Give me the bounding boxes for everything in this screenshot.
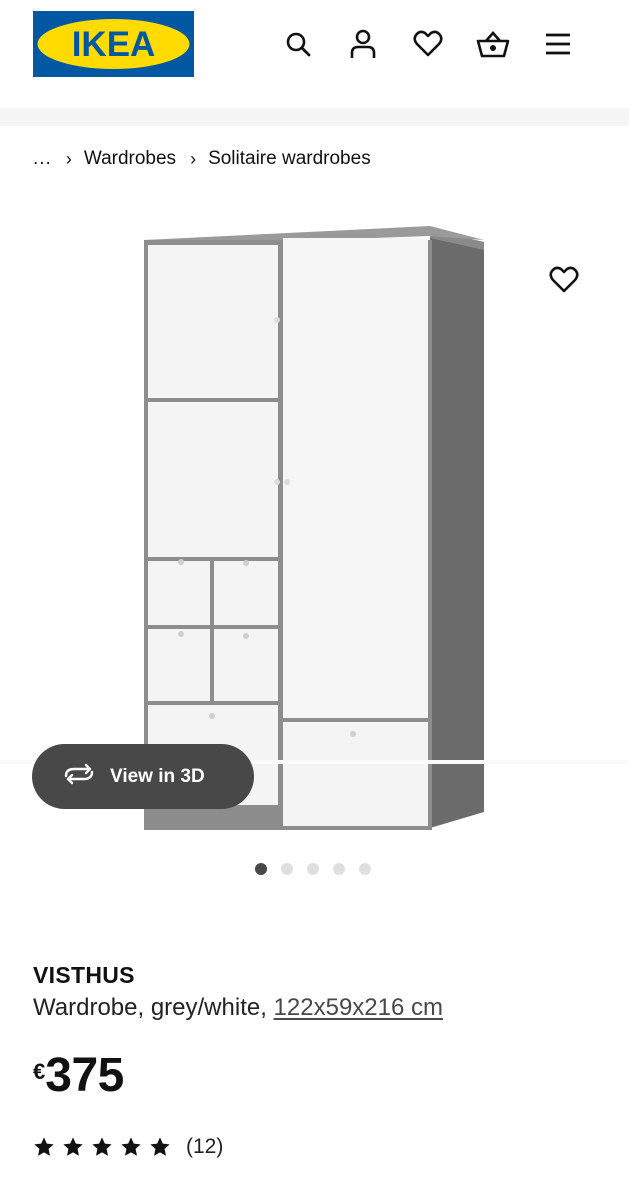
svg-text:IKEA: IKEA: [72, 25, 156, 64]
carousel-dot[interactable]: [281, 863, 293, 875]
product-rating[interactable]: (12): [33, 1134, 223, 1160]
view-in-3d-label: View in 3D: [110, 765, 205, 787]
site-header: IKEA: [0, 0, 629, 108]
star-icon: [34, 1137, 54, 1156]
header-divider: [0, 108, 629, 126]
breadcrumb-ellipsis[interactable]: ...: [33, 148, 52, 170]
carousel-dot[interactable]: [255, 863, 267, 875]
price-amount: 375: [45, 1049, 124, 1102]
product-name: VISTHUS: [33, 962, 135, 988]
basket-icon[interactable]: [475, 26, 511, 62]
star-icon: [63, 1137, 83, 1156]
menu-icon[interactable]: [540, 26, 576, 62]
carousel-dot[interactable]: [307, 863, 319, 875]
product-description: Wardrobe, grey/white, 122x59x216 cm: [33, 994, 443, 1022]
star-icon: [150, 1137, 170, 1156]
price-currency: €: [33, 1059, 46, 1084]
favourite-heart-icon[interactable]: [546, 262, 582, 298]
review-count: (12): [186, 1135, 224, 1158]
breadcrumb-chevron-icon: ›: [190, 148, 197, 169]
search-icon[interactable]: [280, 26, 316, 62]
product-dimensions-link[interactable]: 122x59x216 cm: [274, 994, 443, 1021]
view-in-3d-button[interactable]: View in 3D: [32, 744, 254, 809]
breadcrumb-item-solitaire-wardrobes[interactable]: Solitaire wardrobes: [208, 148, 371, 170]
breadcrumb: ... › Wardrobes › Solitaire wardrobes: [33, 146, 385, 172]
breadcrumb-item-wardrobes[interactable]: Wardrobes: [84, 148, 176, 170]
product-description-text: Wardrobe, grey/white,: [33, 994, 274, 1021]
rotate-3d-icon: [62, 763, 96, 790]
breadcrumb-chevron-icon: ›: [65, 148, 72, 169]
rating-stars: [33, 1136, 178, 1158]
heart-icon[interactable]: [410, 26, 446, 62]
carousel-dot[interactable]: [333, 863, 345, 875]
product-price: € 375: [33, 1052, 124, 1100]
account-icon[interactable]: [345, 26, 381, 62]
carousel-dot[interactable]: [359, 863, 371, 875]
carousel-dots: [255, 862, 371, 876]
star-icon: [121, 1137, 141, 1156]
star-icon: [92, 1137, 112, 1156]
ikea-logo[interactable]: IKEA: [33, 11, 194, 77]
